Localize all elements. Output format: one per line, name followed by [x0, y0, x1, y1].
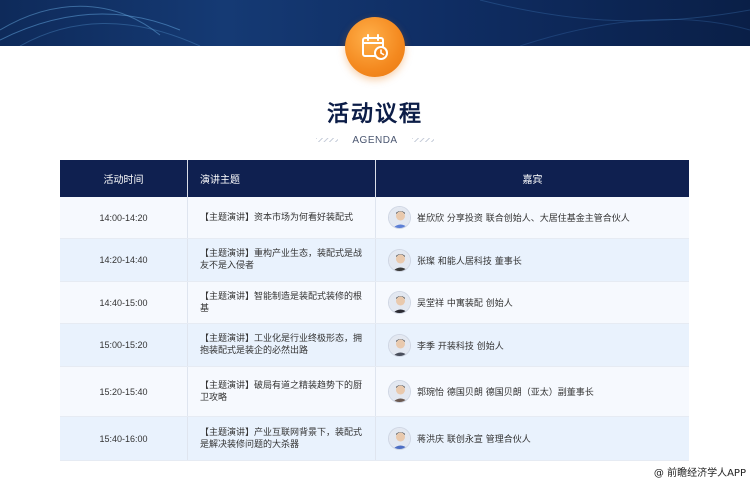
row-time: 14:00-14:20 [99, 212, 148, 223]
column-header-topic: 演讲主题 [187, 160, 375, 197]
person-icon [389, 292, 410, 313]
subtitle-decoration-left [316, 138, 339, 142]
guest-name: 张璨 和能人居科技 董事长 [417, 256, 522, 267]
row-time: 15:00-15:20 [99, 340, 148, 350]
row-guest: 吴堂祥 中寓装配 创始人 [375, 282, 689, 323]
guest-name: 崔欣欣 分享投资 联合创始人、大居住基金主管合伙人 [417, 214, 630, 224]
column-header-guest: 嘉宾 [375, 160, 689, 197]
row-topic: 【主题演讲】破局有道之精装趋势下的厨卫攻略 [187, 367, 375, 416]
avatar [388, 333, 411, 357]
watermark: @ 前瞻经济学人APP [653, 468, 746, 479]
person-icon [389, 249, 410, 271]
table-row: 14:40-15:00 【主题演讲】智能制造是装配式装修的根基 吴堂祥 中寓装配 创… [60, 282, 689, 324]
row-guest: 李季 开装科技 创始人 [375, 324, 689, 366]
avatar [388, 206, 411, 229]
person-icon [389, 381, 410, 402]
row-guest: 郭琬怡 德国贝朗 德国贝朗（亚太）副董事长 [375, 367, 689, 416]
subtitle-decoration-right [411, 138, 434, 142]
avatar [388, 427, 411, 450]
row-topic: 【主题演讲】智能制造是装配式装修的根基 [187, 282, 375, 323]
row-time: 14:20-14:40 [99, 255, 148, 265]
column-header-time: 活动时间 [103, 175, 144, 186]
avatar [388, 291, 411, 314]
page-title: 活动议程 [326, 102, 423, 127]
row-guest: 蒋洪庆 联创永宣 管理合伙人 [375, 417, 689, 460]
table-row: 15:00-15:20 【主题演讲】工业化是行业终极形态，拥抱装配式是装企的必然出… [60, 324, 689, 367]
row-topic: 【主题演讲】资本市场为何看好装配式 [187, 197, 375, 238]
agenda-table: 活动时间 演讲主题 嘉宾 14:00-14:20 【主题演讲】资本市场为何看好装配… [60, 160, 689, 461]
calendar-clock-icon [345, 17, 405, 77]
row-guest: 张璨 和能人居科技 董事长 [375, 239, 689, 281]
subtitle-row: AGENDA [0, 133, 750, 147]
table-row: 14:20-14:40 【主题演讲】重构产业生态，装配式是战友不是入侵者 张璨 和能… [60, 239, 689, 282]
guest-name: 吴堂祥 中寓装配 创始人 [417, 299, 513, 309]
row-time: 14:40-15:00 [99, 297, 148, 308]
table-row: 15:40-16:00 【主题演讲】产业互联网背景下，装配式是解决装修问题的大杀器… [60, 417, 689, 461]
person-icon [389, 207, 410, 228]
row-guest: 崔欣欣 分享投资 联合创始人、大居住基金主管合伙人 [375, 197, 689, 238]
page-subtitle: AGENDA [352, 134, 398, 146]
guest-name: 李季 开装科技 创始人 [417, 341, 504, 352]
table-header: 活动时间 演讲主题 嘉宾 [60, 160, 689, 197]
row-topic: 【主题演讲】重构产业生态，装配式是战友不是入侵者 [187, 239, 375, 281]
person-icon [389, 334, 410, 356]
row-time: 15:20-15:40 [99, 386, 148, 397]
person-icon [389, 428, 410, 449]
avatar [388, 248, 411, 272]
avatar [388, 380, 411, 403]
guest-name: 郭琬怡 德国贝朗 德国贝朗（亚太）副董事长 [417, 388, 594, 398]
row-topic: 【主题演讲】工业化是行业终极形态，拥抱装配式是装企的必然出路 [187, 324, 375, 366]
calendar-clock-glyph [362, 34, 388, 60]
table-row: 14:00-14:20 【主题演讲】资本市场为何看好装配式 崔欣欣 分享投资 联合创… [60, 197, 689, 239]
row-time: 15:40-16:00 [99, 433, 148, 444]
table-body: 14:00-14:20 【主题演讲】资本市场为何看好装配式 崔欣欣 分享投资 联合创… [60, 197, 689, 461]
table-row: 15:20-15:40 【主题演讲】破局有道之精装趋势下的厨卫攻略 郭琬怡 德国贝朗… [60, 367, 689, 417]
row-topic: 【主题演讲】产业互联网背景下，装配式是解决装修问题的大杀器 [187, 417, 375, 460]
guest-name: 蒋洪庆 联创永宣 管理合伙人 [417, 435, 531, 445]
